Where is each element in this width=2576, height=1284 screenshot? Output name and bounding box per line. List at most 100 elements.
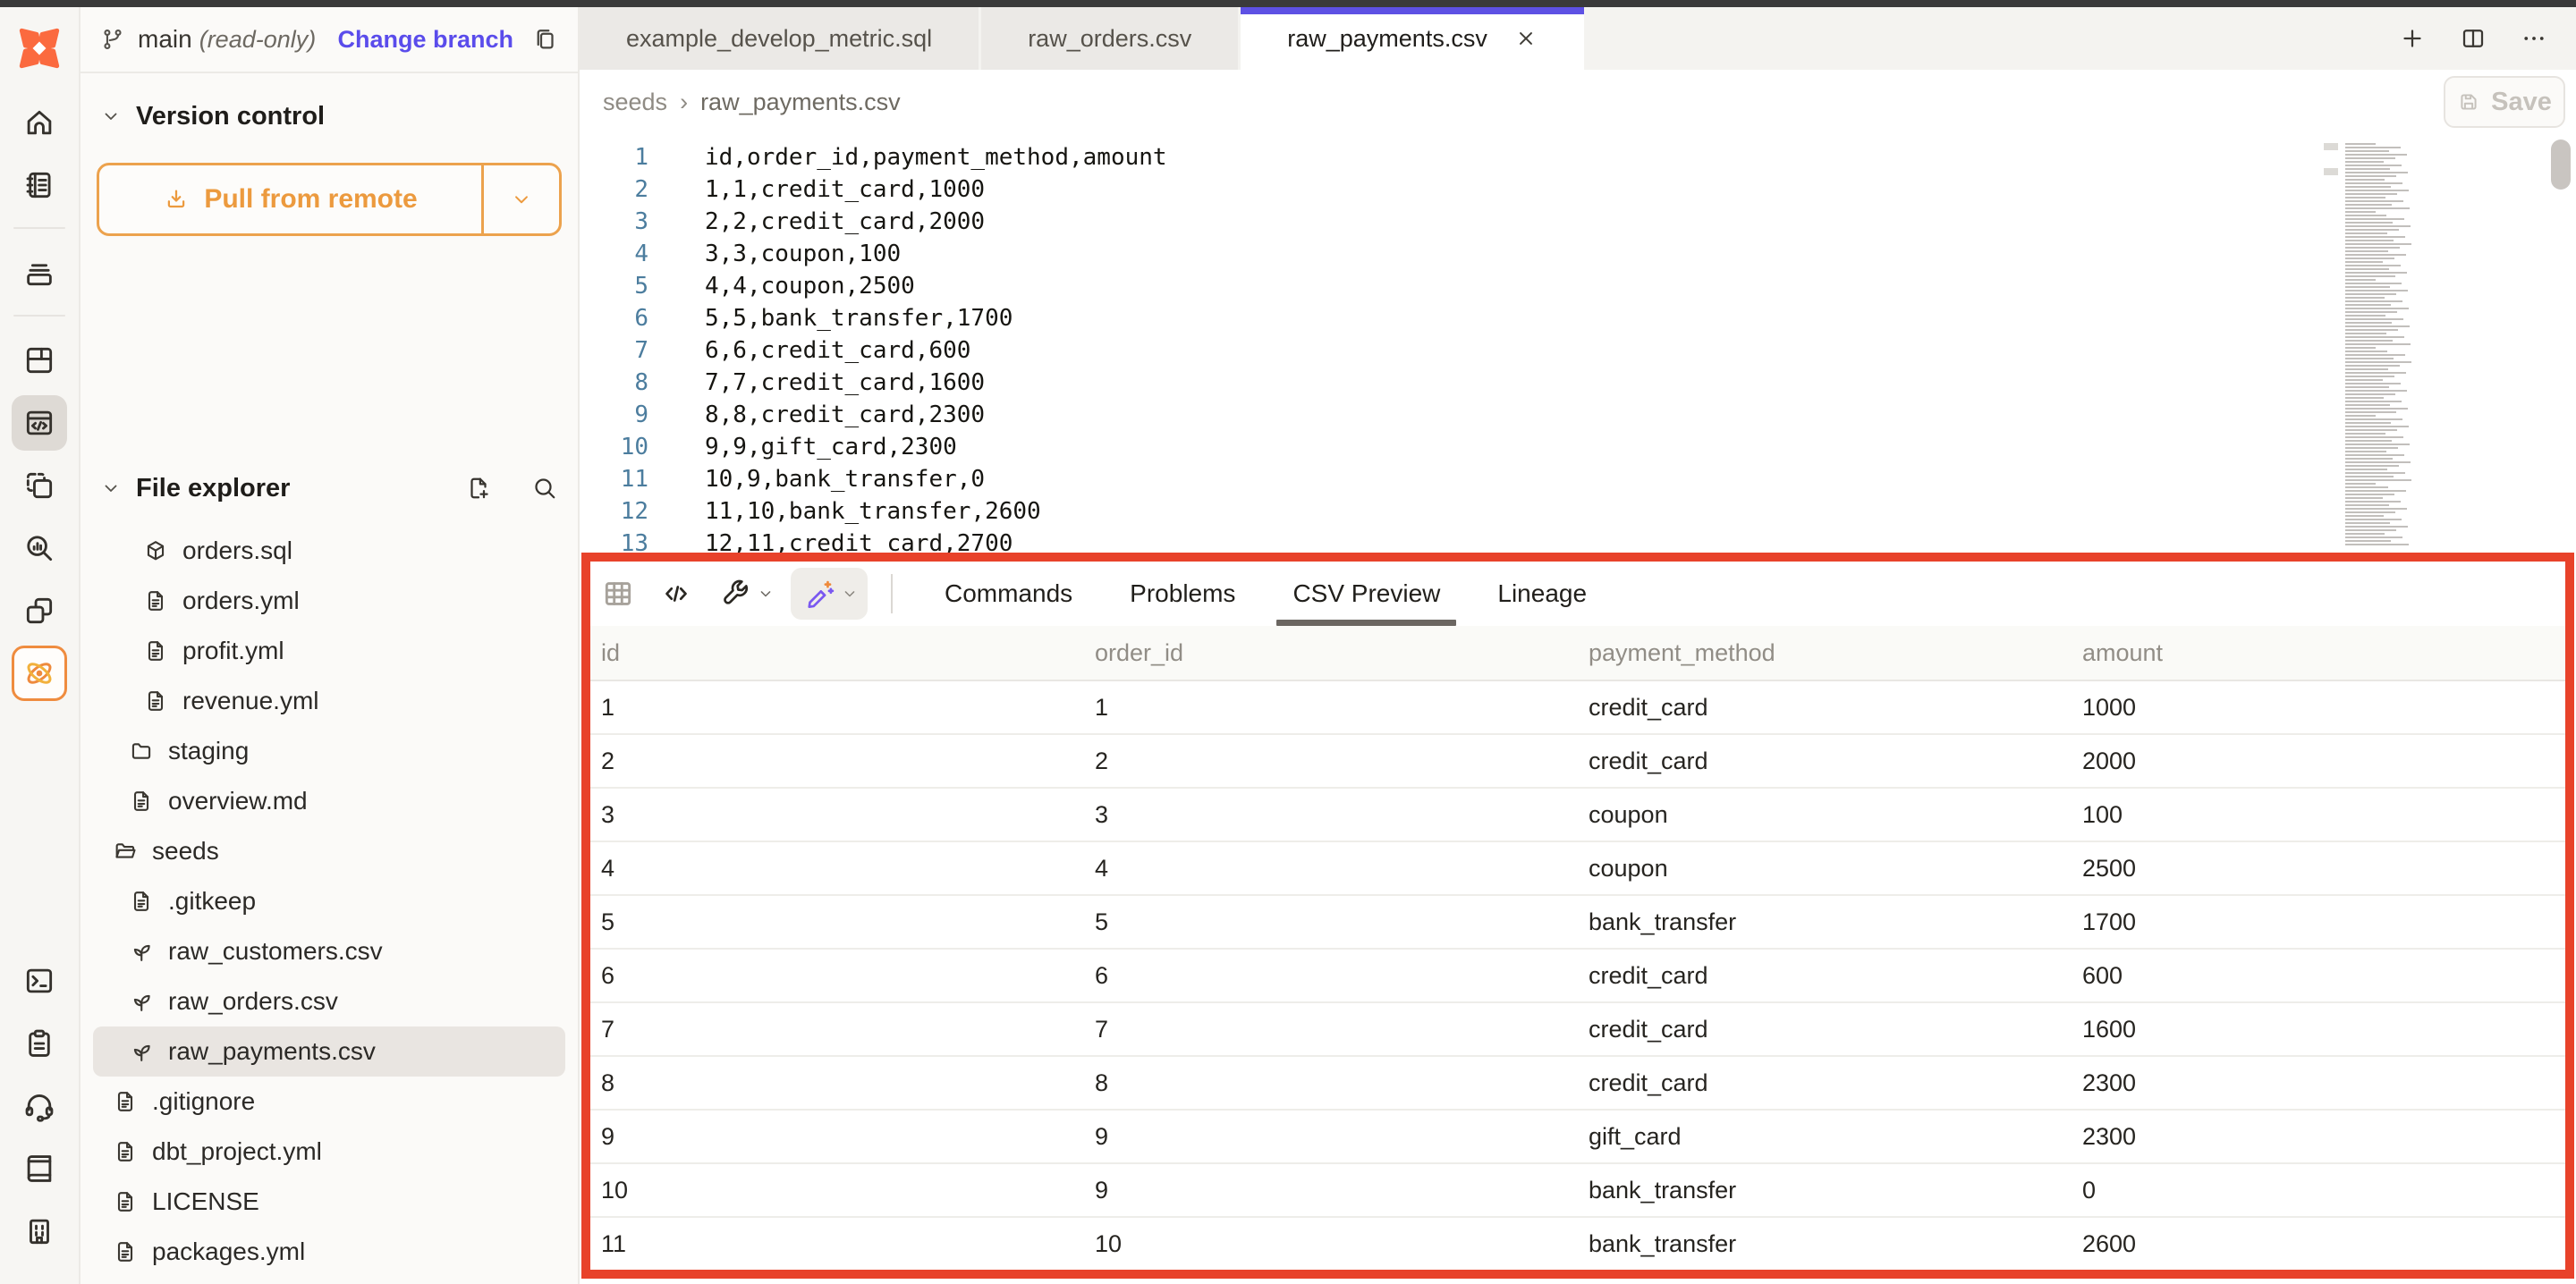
bottom-panel-tab[interactable]: Problems [1101, 562, 1264, 626]
more-options-icon[interactable] [2521, 25, 2547, 52]
file-item[interactable]: .gitkeep [93, 876, 565, 926]
file-item[interactable]: profit.yml [93, 626, 565, 676]
file-item[interactable]: LICENSE [93, 1177, 565, 1227]
chevron-down-icon[interactable] [757, 585, 775, 603]
download-icon [163, 186, 190, 213]
cell-payment-method: coupon [1578, 801, 2072, 829]
editor-tab[interactable]: raw_payments.csv [1241, 7, 1587, 70]
code-line[interactable]: 4,4,coupon,2500 [691, 270, 2336, 302]
code-line[interactable]: 5,5,bank_transfer,1700 [691, 302, 2336, 334]
bottom-panel-tab[interactable]: Commands [916, 562, 1101, 626]
rail-terminal[interactable] [12, 953, 67, 1009]
new-file-icon[interactable] [465, 475, 492, 502]
code-line[interactable]: 2,2,credit_card,2000 [691, 206, 2336, 238]
cell-order-id: 9 [1084, 1123, 1578, 1151]
bottom-panel-tab[interactable]: CSV Preview [1264, 562, 1469, 626]
cell-payment-method: credit_card [1578, 748, 2072, 775]
code-line[interactable]: 11,10,bank_transfer,2600 [691, 495, 2336, 528]
file-type-icon [113, 1239, 138, 1264]
cell-payment-method: bank_transfer [1578, 1230, 2072, 1258]
copy-branch-icon[interactable] [531, 26, 558, 53]
file-item[interactable]: raw_orders.csv [93, 976, 565, 1026]
ai-assist-button[interactable] [791, 568, 868, 620]
cell-order-id: 1 [1084, 694, 1578, 722]
table-row: 4 4 coupon 2500 [590, 842, 2565, 896]
cell-order-id: 3 [1084, 801, 1578, 829]
editor-tab[interactable]: raw_orders.csv [981, 7, 1241, 70]
rail-canvas[interactable] [12, 458, 67, 513]
file-item-label: .gitignore [152, 1087, 255, 1116]
code-line[interactable]: id,order_id,payment_method,amount [691, 141, 2336, 173]
rail-support[interactable] [12, 1078, 67, 1134]
split-editor-icon[interactable] [2460, 25, 2487, 52]
minimap[interactable] [2345, 143, 2417, 547]
code-line[interactable]: 3,3,coupon,100 [691, 238, 2336, 270]
bottom-panel-tabs: Commands Problems CSV Preview Lineage [916, 562, 1615, 626]
file-explorer-header[interactable]: File explorer [80, 465, 578, 511]
rail-divider[interactable] [13, 227, 65, 229]
pull-options-dropdown[interactable] [481, 165, 559, 233]
pull-from-remote-main[interactable]: Pull from remote [99, 165, 481, 233]
file-item[interactable]: packages.yml [93, 1227, 565, 1277]
rail-ide[interactable] [12, 395, 67, 451]
dbt-logo-icon[interactable] [14, 23, 64, 73]
search-files-icon[interactable] [531, 475, 558, 502]
version-control-title: Version control [136, 102, 325, 131]
file-item[interactable]: seeds [93, 826, 565, 876]
rail-home[interactable] [12, 95, 67, 150]
file-item[interactable]: overview.md [93, 776, 565, 826]
rail-organization[interactable] [12, 1204, 67, 1259]
code-view-icon[interactable] [660, 578, 692, 610]
version-control-header[interactable]: Version control [80, 93, 578, 139]
rail-copilot[interactable] [12, 646, 67, 701]
cell-id: 1 [590, 694, 1084, 722]
rail-dashboard[interactable] [12, 333, 67, 388]
code-editor[interactable]: 12345678910111213 id,order_id,payment_me… [580, 134, 2576, 560]
breadcrumb-file: raw_payments.csv [700, 89, 901, 116]
file-item[interactable]: raw_payments.csv [93, 1026, 565, 1077]
rail-docs[interactable] [12, 157, 67, 213]
file-item[interactable]: orders.yml [93, 576, 565, 626]
file-item[interactable]: staging [93, 726, 565, 776]
table-row: 11 10 bank_transfer 2600 [590, 1218, 2565, 1271]
chevron-down-icon [100, 477, 122, 499]
rail-catalog[interactable] [12, 583, 67, 638]
cell-order-id: 4 [1084, 855, 1578, 883]
code-line[interactable]: 6,6,credit_card,600 [691, 334, 2336, 367]
file-item[interactable]: dbt_project.yml [93, 1127, 565, 1177]
new-tab-icon[interactable] [2399, 25, 2426, 52]
file-type-icon [143, 588, 168, 613]
table-view-icon[interactable] [601, 577, 635, 611]
file-explorer-title: File explorer [136, 474, 290, 503]
version-control-section: Version control Pull from remote [80, 93, 578, 236]
file-item[interactable]: revenue.yml [93, 676, 565, 726]
rail-documentation[interactable] [12, 1141, 67, 1196]
rail-divider[interactable] [13, 315, 65, 317]
editor-tab[interactable]: example_develop_metric.sql [580, 7, 981, 70]
bottom-panel-tab[interactable]: Lineage [1469, 562, 1615, 626]
cell-payment-method: credit_card [1578, 1069, 2072, 1097]
line-number: 11 [580, 463, 648, 495]
code-line[interactable]: 1,1,credit_card,1000 [691, 173, 2336, 206]
code-line[interactable]: 10,9,bank_transfer,0 [691, 463, 2336, 495]
file-item[interactable]: raw_customers.csv [93, 926, 565, 976]
rail-logs[interactable] [12, 1016, 67, 1071]
code-lines[interactable]: id,order_id,payment_method,amount1,1,cre… [691, 141, 2336, 560]
window-top-strip [0, 0, 2576, 7]
code-line[interactable]: 9,9,gift_card,2300 [691, 431, 2336, 463]
wrench-icon[interactable] [719, 578, 751, 610]
save-button[interactable]: Save [2444, 76, 2565, 128]
editor-scrollbar-thumb[interactable] [2551, 139, 2571, 190]
file-item[interactable]: .gitignore [93, 1077, 565, 1127]
file-item[interactable]: orders.sql [93, 526, 565, 576]
bottom-panel-tab-label: CSV Preview [1292, 579, 1440, 608]
rail-item-icon [22, 656, 56, 690]
code-line[interactable]: 7,7,credit_card,1600 [691, 367, 2336, 399]
code-line[interactable]: 8,8,credit_card,2300 [691, 399, 2336, 431]
rail-top-items [12, 95, 67, 708]
close-icon[interactable] [1514, 27, 1538, 50]
rail-insights[interactable] [12, 520, 67, 576]
rail-jobs[interactable] [12, 245, 67, 300]
cell-order-id: 7 [1084, 1016, 1578, 1043]
change-branch-link[interactable]: Change branch [337, 26, 513, 54]
